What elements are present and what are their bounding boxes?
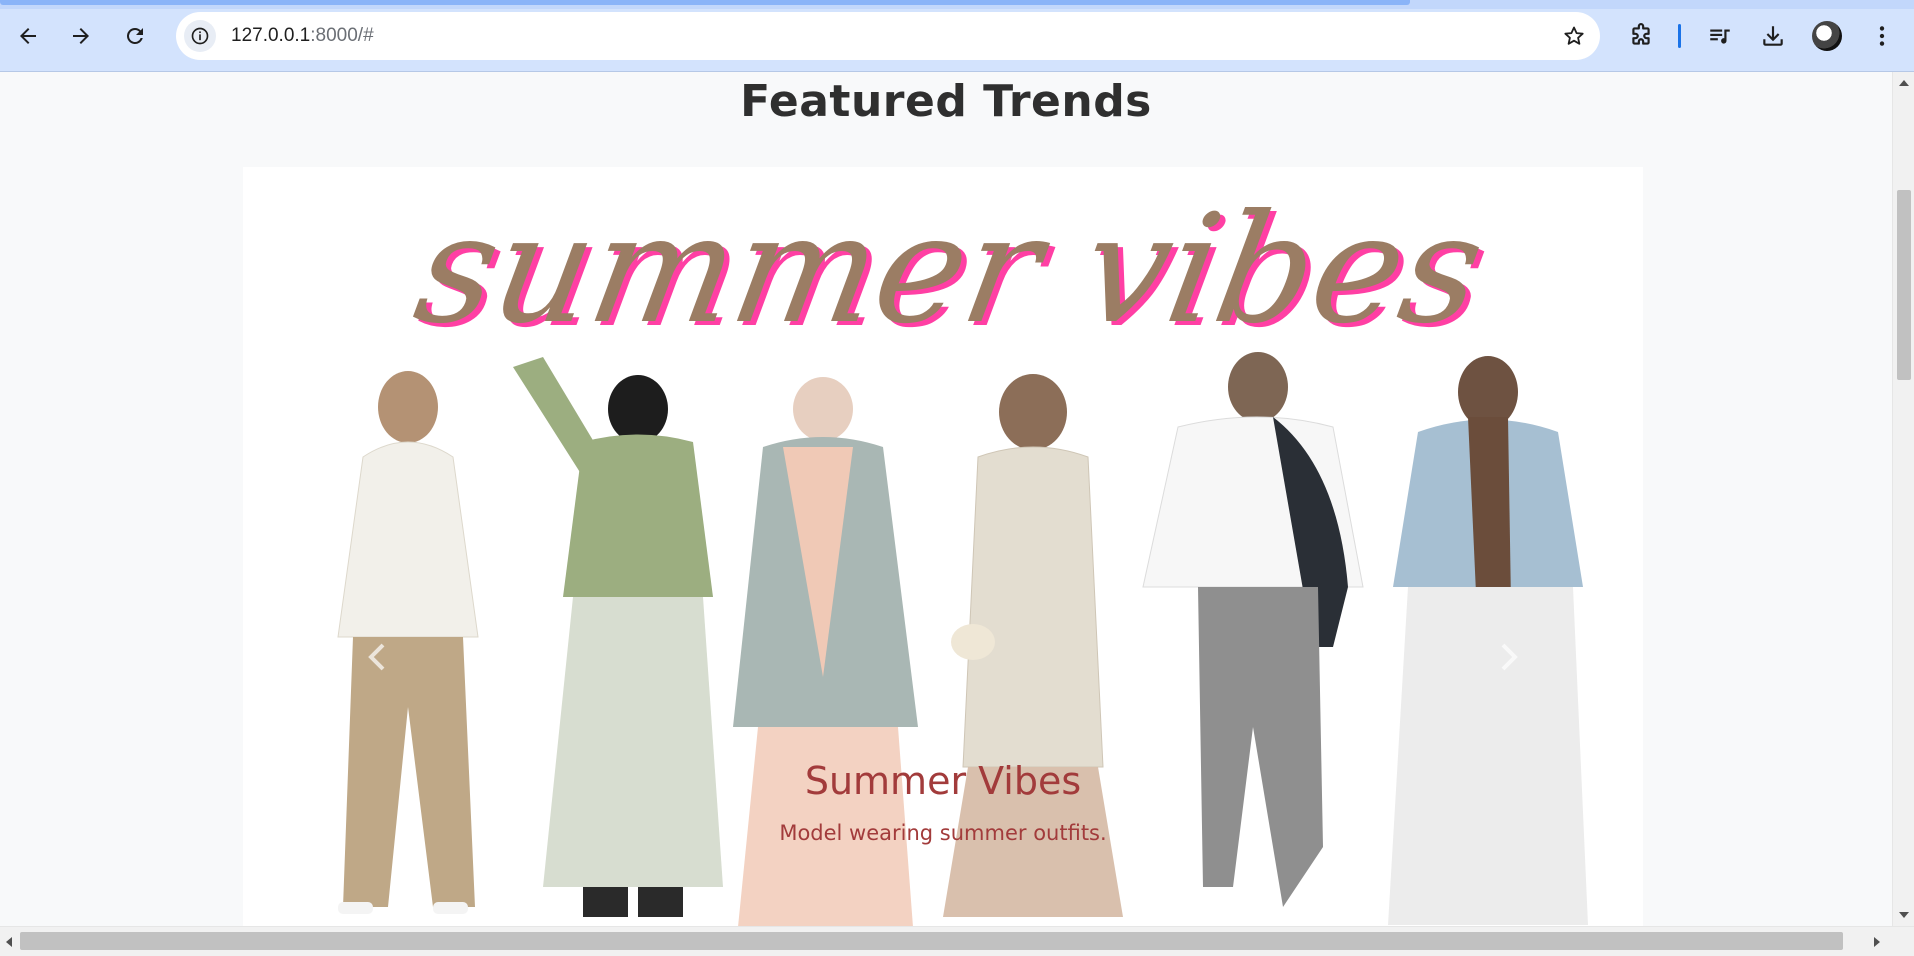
carousel-prev-button[interactable] (363, 637, 393, 677)
media-controls-button[interactable] (1700, 16, 1740, 56)
page-viewport: Featured Trends summer vibes summer vibe… (0, 72, 1892, 926)
reload-button[interactable] (115, 16, 155, 56)
section-title: Featured Trends (740, 76, 1152, 127)
vertical-scrollbar[interactable] (1892, 72, 1914, 926)
chevron-left-icon (368, 643, 385, 671)
back-arrow-icon (20, 28, 36, 44)
scroll-right-arrow[interactable] (1874, 937, 1880, 947)
caption-title: Summer Vibes (804, 759, 1082, 803)
toolbar-separator (1678, 24, 1681, 48)
avatar[interactable] (1812, 21, 1842, 51)
forward-button[interactable] (61, 16, 101, 56)
scroll-down-arrow[interactable] (1899, 912, 1909, 918)
banner-lettering: summer vibes (404, 182, 1495, 357)
reload-icon (126, 27, 143, 44)
scroll-up-arrow[interactable] (1899, 80, 1909, 86)
info-icon (191, 27, 209, 45)
vertical-scroll-thumb[interactable] (1897, 190, 1911, 380)
url-path: :8000/# (310, 25, 374, 46)
scroll-left-arrow[interactable] (6, 937, 12, 947)
carousel-next-button[interactable] (1493, 637, 1523, 677)
site-info-button[interactable] (184, 20, 216, 52)
summer-vibes-banner-lettering: summer vibes summer vibes (404, 182, 1501, 357)
download-icon (1763, 26, 1783, 46)
tab-strip (0, 0, 1914, 9)
active-tab-indicator (0, 0, 1410, 5)
forward-arrow-icon (73, 28, 89, 44)
featured-carousel[interactable]: summer vibes summer vibes Summer Vibes M… (243, 167, 1643, 926)
media-queue-icon (1710, 29, 1730, 44)
extensions-button[interactable] (1621, 16, 1661, 56)
chevron-right-icon (1501, 643, 1518, 671)
chrome-menu-button[interactable] (1862, 16, 1902, 56)
address-bar[interactable]: 127.0.0.1:8000/# (176, 12, 1600, 60)
puzzle-icon (1632, 23, 1650, 45)
carousel-caption: Summer Vibes Model wearing summer outfit… (243, 759, 1643, 845)
horizontal-scroll-thumb[interactable] (20, 932, 1843, 950)
back-button[interactable] (8, 16, 48, 56)
star-icon[interactable] (1562, 24, 1586, 48)
horizontal-scrollbar[interactable] (0, 926, 1914, 956)
url-text[interactable]: 127.0.0.1:8000/# (231, 25, 374, 47)
downloads-button[interactable] (1753, 16, 1793, 56)
kebab-menu-icon (1879, 26, 1885, 46)
url-host: 127.0.0.1 (231, 25, 311, 46)
browser-toolbar: 127.0.0.1:8000/# (0, 0, 1914, 72)
caption-text: Model wearing summer outfits. (779, 821, 1107, 845)
